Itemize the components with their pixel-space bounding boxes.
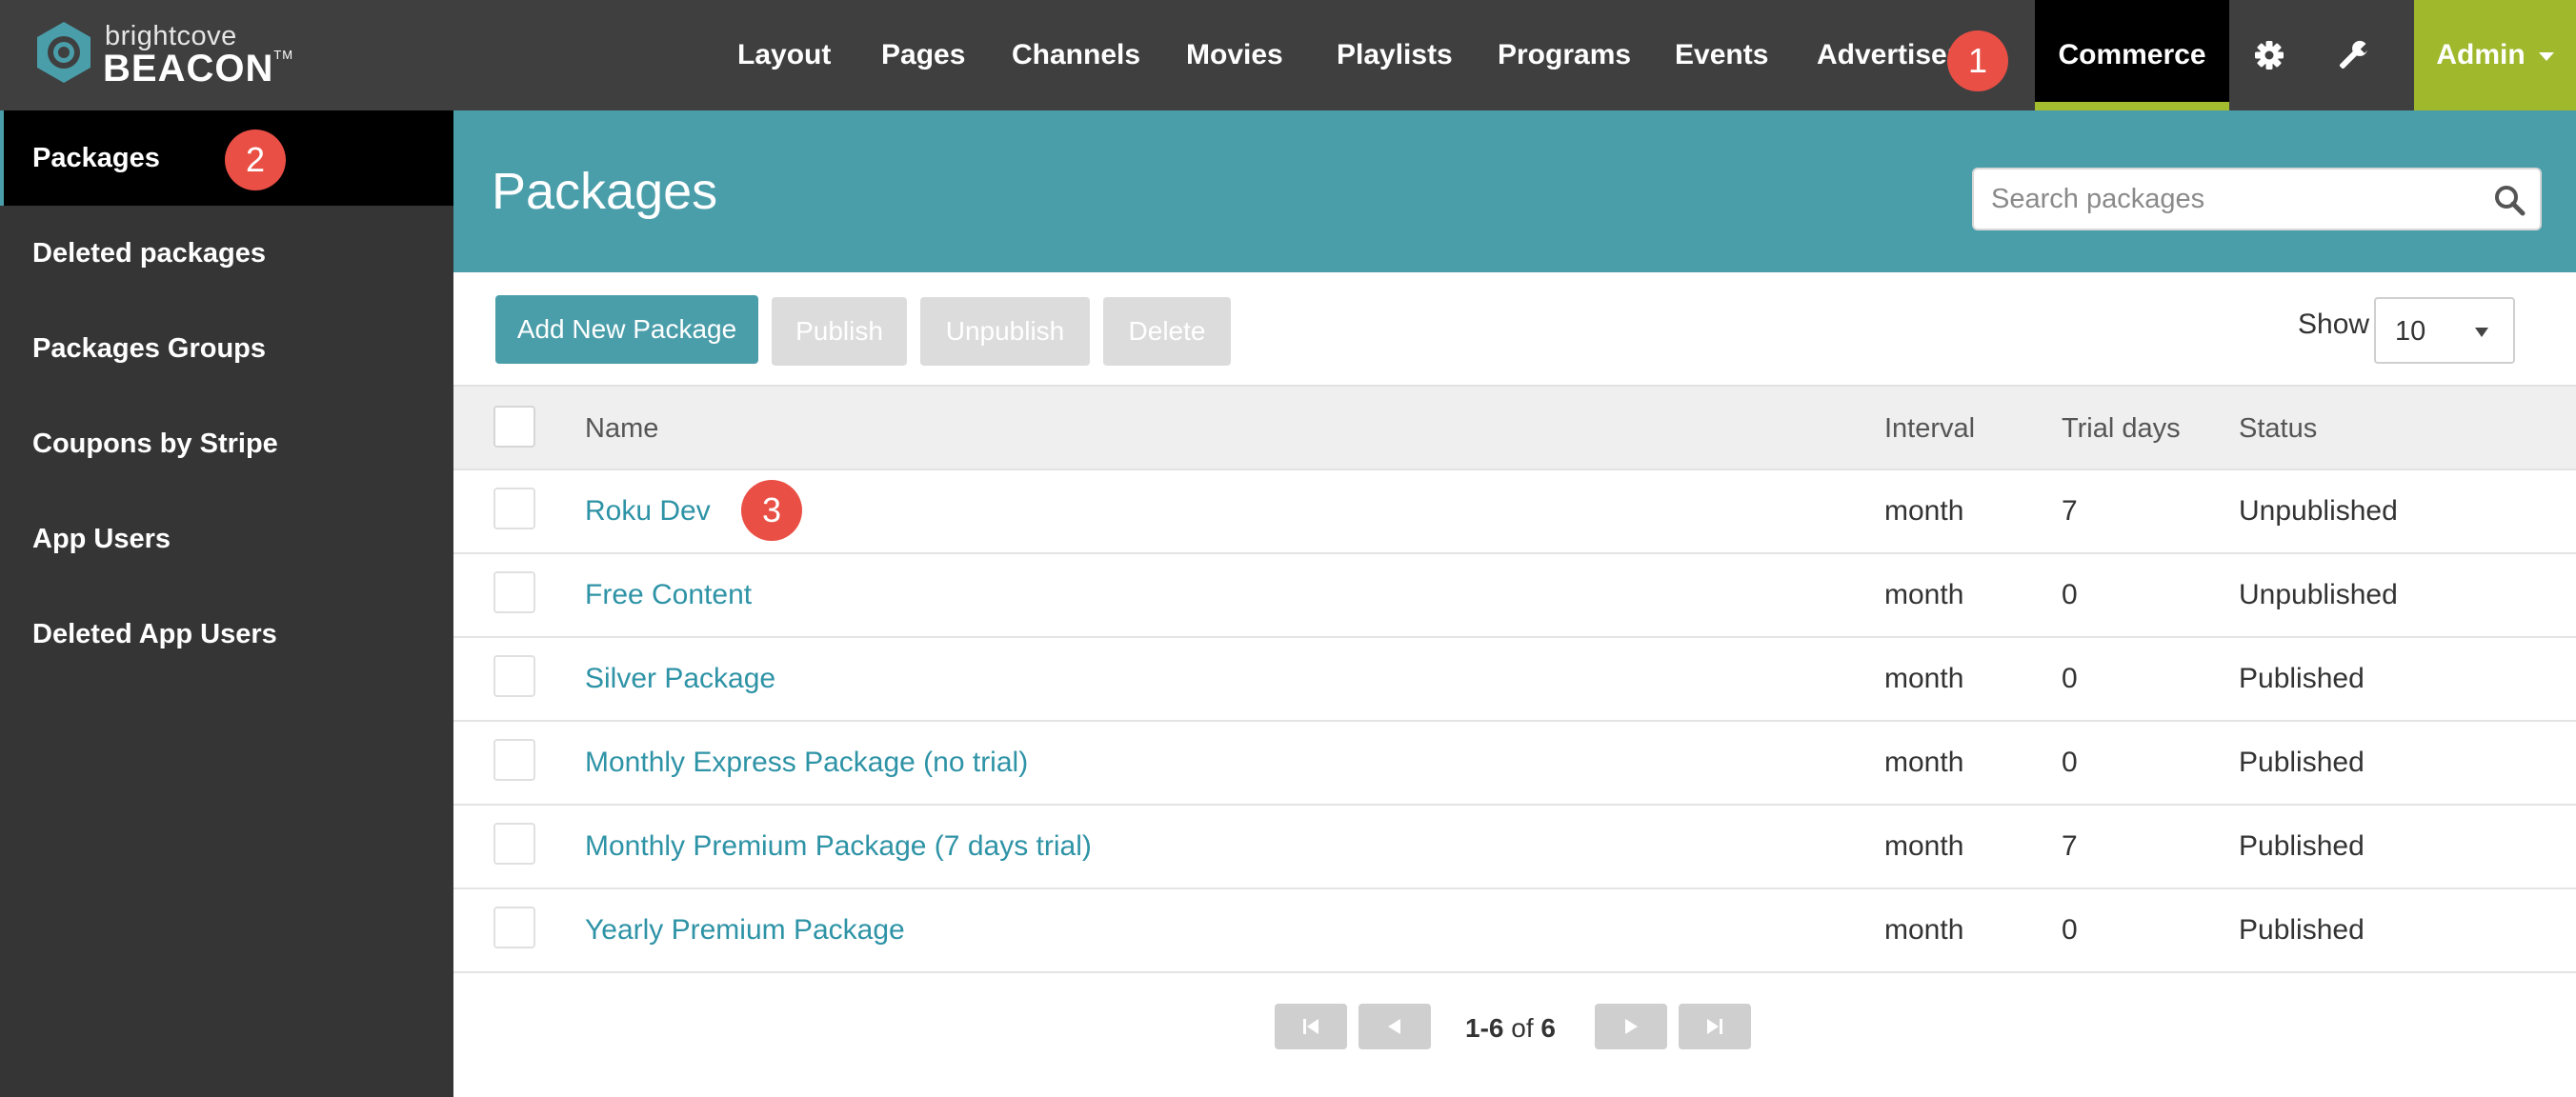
nav-channels[interactable]: Channels — [1012, 0, 1140, 110]
add-new-package-button[interactable]: Add New Package — [495, 295, 758, 364]
table-row: Roku Dev month 7 Unpublished 3 — [453, 470, 2576, 554]
row-checkbox[interactable] — [493, 739, 535, 781]
row-checkbox[interactable] — [493, 571, 535, 613]
package-name-link[interactable]: Free Content — [585, 579, 752, 611]
page-header: Packages — [453, 110, 2576, 272]
column-header-name[interactable]: Name — [585, 413, 658, 445]
nav-playlists[interactable]: Playlists — [1337, 0, 1453, 110]
nav-layout[interactable]: Layout — [737, 0, 831, 110]
table-row: Monthly Express Package (no trial) month… — [453, 722, 2576, 806]
package-interval: month — [1884, 579, 1964, 610]
publish-button[interactable]: Publish — [772, 297, 907, 366]
page-size-value: 10 — [2395, 316, 2426, 347]
caret-down-icon — [2475, 328, 2488, 337]
column-header-status[interactable]: Status — [2239, 413, 2317, 445]
table-row: Monthly Premium Package (7 days trial) m… — [453, 806, 2576, 889]
package-status: Unpublished — [2239, 495, 2398, 527]
last-page-button[interactable] — [1679, 1004, 1751, 1049]
nav-commerce[interactable]: Commerce — [2035, 0, 2229, 110]
first-page-button[interactable] — [1275, 1004, 1347, 1049]
row-checkbox[interactable] — [493, 823, 535, 865]
select-all-checkbox[interactable] — [493, 406, 535, 448]
package-name-link[interactable]: Roku Dev — [585, 495, 711, 528]
previous-page-icon — [1388, 1019, 1400, 1034]
page-title: Packages — [492, 163, 718, 220]
column-header-trial-days[interactable]: Trial days — [2062, 413, 2181, 445]
step-badge-2: 2 — [225, 130, 286, 190]
sidebar-item-packages-groups[interactable]: Packages Groups — [0, 301, 453, 396]
package-name-link[interactable]: Monthly Premium Package (7 days trial) — [585, 830, 1092, 863]
delete-button[interactable]: Delete — [1103, 297, 1231, 366]
package-name-link[interactable]: Monthly Express Package (no trial) — [585, 747, 1028, 779]
sidebar-item-app-users[interactable]: App Users — [0, 491, 453, 587]
packages-table: Name Interval Trial days Status Roku Dev… — [453, 385, 2576, 973]
package-status: Published — [2239, 747, 2365, 778]
sidebar-item-deleted-packages[interactable]: Deleted packages — [0, 206, 453, 301]
search-input[interactable] — [1991, 170, 2486, 229]
sidebar-item-deleted-app-users[interactable]: Deleted App Users — [0, 587, 453, 682]
unpublish-button[interactable]: Unpublish — [920, 297, 1090, 366]
sidebar-item-coupons-by-stripe[interactable]: Coupons by Stripe — [0, 396, 453, 491]
nav-movies[interactable]: Movies — [1186, 0, 1283, 110]
row-checkbox[interactable] — [493, 488, 535, 529]
previous-page-button[interactable] — [1358, 1004, 1431, 1049]
row-checkbox[interactable] — [493, 907, 535, 948]
package-interval: month — [1884, 495, 1964, 527]
next-page-icon — [1625, 1019, 1638, 1034]
package-interval: month — [1884, 663, 1964, 694]
hexagon-logo-icon — [37, 22, 91, 83]
package-trial-days: 7 — [2062, 830, 2078, 862]
gear-icon[interactable] — [2250, 36, 2288, 74]
sidebar: Packages Deleted packages Packages Group… — [0, 110, 453, 1097]
package-status: Unpublished — [2239, 579, 2398, 610]
package-trial-days: 7 — [2062, 495, 2078, 527]
first-page-icon — [1303, 1019, 1318, 1034]
row-checkbox[interactable] — [493, 655, 535, 697]
admin-label: Admin — [2436, 39, 2526, 70]
nav-programs[interactable]: Programs — [1498, 0, 1631, 110]
package-status: Published — [2239, 830, 2365, 862]
nav-events[interactable]: Events — [1675, 0, 1768, 110]
package-interval: month — [1884, 830, 1964, 862]
brightcove-beacon-logo[interactable]: brightcove BEACONTM — [30, 19, 292, 91]
top-navigation-bar: brightcove BEACONTM Layout Pages Channel… — [0, 0, 2576, 110]
package-status: Published — [2239, 914, 2365, 946]
caret-down-icon — [2538, 51, 2554, 61]
admin-menu-button[interactable]: Admin — [2414, 0, 2576, 110]
table-row: Silver Package month 0 Published — [453, 638, 2576, 722]
table-row: Yearly Premium Package month 0 Published — [453, 889, 2576, 973]
actions-toolbar: Add New Package Publish Unpublish Delete… — [453, 272, 2576, 385]
table-row: Free Content month 0 Unpublished — [453, 554, 2576, 638]
column-header-interval[interactable]: Interval — [1884, 413, 1975, 445]
package-name-link[interactable]: Silver Package — [585, 663, 775, 695]
page-size-select[interactable]: 10 — [2374, 297, 2515, 364]
pagination: 1-6 of 6 — [453, 973, 2576, 1078]
last-page-icon — [1707, 1019, 1722, 1034]
pagination-range: 1-6 of 6 — [1465, 1013, 1556, 1043]
search-box — [1972, 168, 2542, 230]
package-interval: month — [1884, 747, 1964, 778]
logo-beacon-text: BEACONTM — [103, 48, 294, 90]
nav-pages[interactable]: Pages — [881, 0, 965, 110]
search-icon[interactable] — [2492, 183, 2526, 217]
package-trial-days: 0 — [2062, 579, 2078, 610]
package-name-link[interactable]: Yearly Premium Package — [585, 914, 905, 947]
package-trial-days: 0 — [2062, 914, 2078, 946]
nav-advertiser[interactable]: Advertiser — [1817, 0, 1958, 110]
table-header: Name Interval Trial days Status — [453, 385, 2576, 470]
next-page-button[interactable] — [1595, 1004, 1667, 1049]
package-status: Published — [2239, 663, 2365, 694]
wrench-icon[interactable] — [2334, 36, 2372, 74]
package-interval: month — [1884, 914, 1964, 946]
package-trial-days: 0 — [2062, 663, 2078, 694]
package-trial-days: 0 — [2062, 747, 2078, 778]
show-label: Show — [2298, 309, 2370, 340]
step-badge-3: 3 — [741, 480, 802, 541]
step-badge-1: 1 — [1947, 30, 2008, 91]
